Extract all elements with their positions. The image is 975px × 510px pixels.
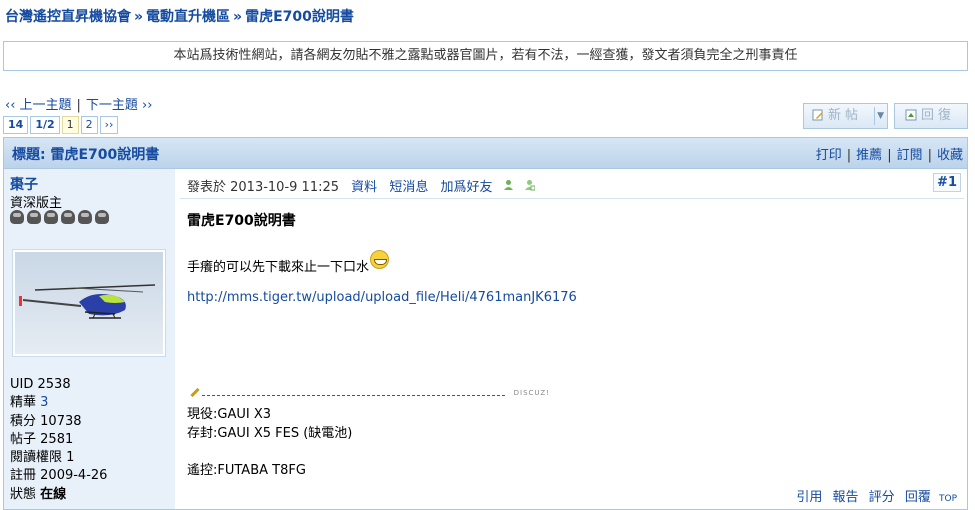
helicopter-avatar-image — [15, 252, 163, 354]
thread-title: 標題: 雷虎E700說明書 — [12, 147, 160, 163]
posts-row: 帖子 2581 — [10, 431, 74, 447]
breadcrumb-section-link[interactable]: 電動直升機區 — [146, 9, 230, 25]
breadcrumb-separator: » — [134, 9, 144, 25]
rank-star-icon — [10, 210, 24, 224]
signature-divider: DISCUZ! — [190, 387, 550, 401]
pagination-pages: 1/2 — [30, 116, 60, 134]
favorite-link[interactable]: 收藏 — [937, 148, 963, 163]
site-notice: 本站爲技術性網站，請各網友勿貼不雅之露點或器官圖片，若有不法，一經查獲，發文者須… — [3, 41, 968, 71]
reply-button[interactable]: 回復 — [894, 103, 968, 129]
uid-row: UID 2538 — [10, 377, 71, 392]
print-link[interactable]: 打印 — [816, 148, 842, 163]
pagination-next[interactable]: ›› — [99, 116, 119, 134]
signature-line: 現役:GAUI X3 — [187, 407, 272, 422]
avatar[interactable] — [12, 249, 166, 357]
author-rank: 資深版主 — [10, 196, 63, 211]
digest-count-link[interactable]: 3 — [40, 395, 48, 410]
post-meta: 發表於 2013-10-9 11:25 資料 短消息 加爲好友 — [187, 176, 536, 195]
author-profile: UID 2538 精華 3 積分 10738 帖子 2581 閱讀權限 1 註冊… — [10, 376, 107, 504]
reply-icon — [905, 106, 917, 121]
rank-star-icon — [95, 210, 109, 224]
grin-smiley-icon — [370, 250, 390, 269]
post-actions: 引用 報告 評分 回覆 TOP — [796, 486, 957, 505]
signature-line: 存封:GAUI X5 FES (缺電池) — [187, 425, 353, 441]
nav-divider: | — [76, 98, 81, 113]
breadcrumb-site-link[interactable]: 台灣遙控直昇機協會 — [5, 9, 131, 25]
edit-icon — [812, 106, 824, 121]
prev-thread-link[interactable]: ‹‹ 上一主題 — [5, 98, 72, 113]
add-friend-link[interactable]: 加爲好友 — [440, 180, 492, 195]
chevron-down-icon[interactable]: ▼ — [877, 104, 884, 128]
thread-actions: 打印 | 推薦 | 訂閱 | 收藏 — [815, 148, 963, 163]
rate-link[interactable]: 評分 — [869, 490, 895, 505]
rank-star-icon — [78, 210, 92, 224]
new-post-label: 新帖 — [828, 108, 863, 123]
signature: 現役:GAUI X3 存封:GAUI X5 FES (缺電池) 遙控:FUTAB… — [187, 406, 352, 480]
thread-nav: ‹‹ 上一主題 | 下一主題 ›› — [5, 94, 152, 113]
button-divider — [874, 107, 875, 125]
post-date: 發表於 2013-10-9 11:25 — [187, 180, 340, 195]
author-panel: 棗子 資深版主 UID 2538 精華 3 積分 10738 帖子 2581 閱… — [4, 169, 175, 509]
recommend-link[interactable]: 推薦 — [856, 148, 882, 163]
next-thread-link[interactable]: 下一主題 ›› — [86, 98, 153, 113]
breadcrumb-current: 雷虎E700說明書 — [245, 9, 354, 25]
points-row: 積分 10738 — [10, 413, 82, 429]
post-subject: 雷虎E700說明書 — [187, 213, 296, 229]
subscribe-link[interactable]: 訂閱 — [897, 148, 923, 163]
thread-title-bar: 標題: 雷虎E700說明書 打印 | 推薦 | 訂閱 | 收藏 — [4, 138, 967, 169]
rank-star-icon — [27, 210, 41, 224]
report-link[interactable]: 報告 — [833, 490, 859, 505]
reply-link[interactable]: 回覆 — [905, 490, 931, 505]
discuz-mark: DISCUZ! — [513, 389, 550, 397]
download-link[interactable]: http://mms.tiger.tw/upload/upload_file/H… — [187, 290, 577, 305]
registered-row: 註冊 2009-4-26 — [10, 468, 108, 484]
pagination-page-2[interactable]: 2 — [80, 116, 98, 134]
profile-link[interactable]: 資料 — [351, 180, 377, 195]
back-to-top-link[interactable]: TOP — [939, 494, 957, 504]
signature-line: 遙控:FUTABA T8FG — [187, 462, 306, 478]
breadcrumb-separator: » — [233, 9, 243, 25]
permission-row: 閱讀權限 1 — [10, 450, 75, 466]
status-row: 狀態 在線 — [10, 486, 67, 502]
pagination-current: 1 — [61, 116, 79, 134]
buddy-icon[interactable] — [524, 179, 536, 194]
reply-label: 回復 — [921, 108, 956, 123]
rank-star-icon — [44, 210, 58, 224]
meta-divider — [180, 198, 964, 199]
user-icon[interactable] — [503, 179, 514, 194]
floor-number[interactable]: #1 — [933, 173, 961, 192]
online-status: 在線 — [40, 486, 67, 502]
breadcrumb: 台灣遙控直昇機協會» 電動直升機區» 雷虎E700說明書 — [5, 6, 354, 26]
thread-box: 標題: 雷虎E700說明書 打印|推薦|訂閱|收藏 棗子 資深版主 — [3, 137, 968, 510]
pagination-total: 14 — [3, 116, 29, 134]
pagination: 14 1/2 1 2 ›› — [3, 116, 120, 134]
signature-line — [187, 443, 352, 462]
author-name[interactable]: 棗子 — [10, 174, 38, 194]
new-post-button[interactable]: 新帖 ▼ — [803, 103, 888, 129]
post-body: 手癢的可以先下載來止一下口水 — [187, 250, 390, 275]
rank-stars — [10, 210, 112, 228]
digest-row: 精華 3 — [10, 395, 49, 411]
pencil-icon — [190, 387, 200, 398]
quote-link[interactable]: 引用 — [796, 490, 822, 505]
rank-star-icon — [61, 210, 75, 224]
message-link[interactable]: 短消息 — [389, 180, 428, 195]
